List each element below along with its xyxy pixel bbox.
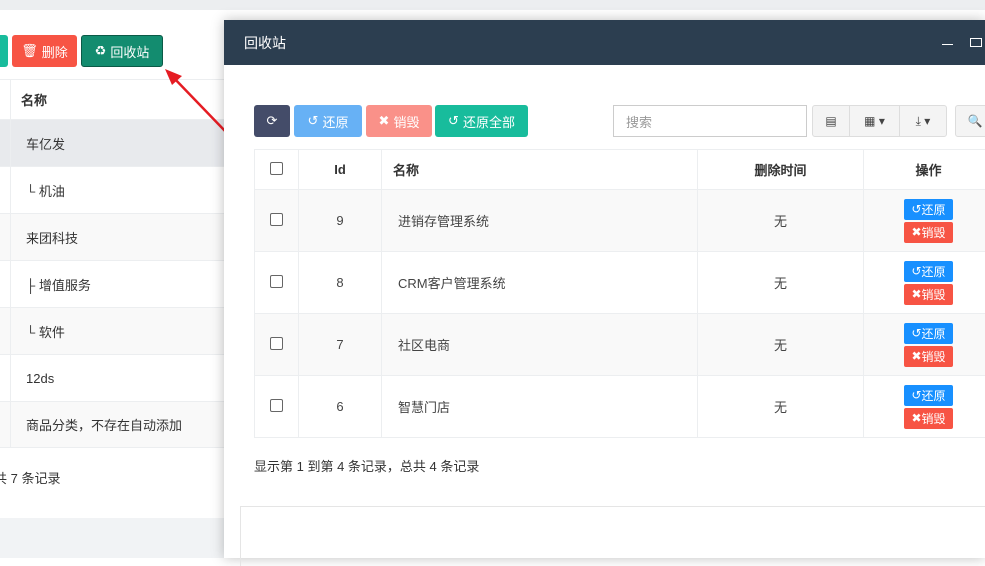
maximize-icon[interactable] bbox=[970, 38, 982, 47]
search-input[interactable]: 搜索 bbox=[613, 105, 807, 137]
row-delete-time: 无 bbox=[698, 314, 864, 376]
row-checkbox[interactable] bbox=[270, 213, 283, 226]
row-actions: ↺还原✖销毁 bbox=[864, 376, 985, 438]
row-restore-label: 还原 bbox=[922, 387, 946, 404]
red-arrow-annotation bbox=[160, 66, 230, 136]
row-select-cell bbox=[255, 376, 299, 438]
restore-label: 还原 bbox=[322, 112, 348, 131]
row-restore-label: 还原 bbox=[922, 263, 946, 280]
row-delete-time: 无 bbox=[698, 252, 864, 314]
select-all-checkbox[interactable] bbox=[270, 162, 283, 175]
row-id: 6 bbox=[299, 376, 382, 438]
column-header-id[interactable]: Id bbox=[299, 150, 382, 190]
recycle-bin-modal: 回收站 ⟳ ↺还原 ✖销毁 ↺还原全部 搜索 ▤ ▦ ▾ ⤓ ▾ 🔍 Id 名称… bbox=[224, 20, 985, 558]
restore-all-button[interactable]: ↺还原全部 bbox=[435, 105, 528, 137]
undo-icon: ↺ bbox=[308, 113, 319, 129]
column-header-delete-time[interactable]: 删除时间 bbox=[698, 150, 864, 190]
minimize-icon[interactable] bbox=[942, 44, 953, 45]
toggle-view-button[interactable]: ▤ bbox=[812, 105, 850, 137]
modal-footer-divider bbox=[240, 506, 985, 566]
row-checkbox[interactable] bbox=[270, 275, 283, 288]
row-actions: ↺还原✖销毁 bbox=[864, 252, 985, 314]
table-row[interactable]: 12ds bbox=[0, 354, 224, 401]
table-row[interactable]: 商品分类，不存在自动添加 bbox=[0, 401, 224, 448]
row-delete-time: 无 bbox=[698, 376, 864, 438]
column-header-name[interactable]: 名称 bbox=[382, 150, 698, 190]
modal-header: 回收站 bbox=[224, 20, 985, 65]
table-row[interactable]: └ 软件 bbox=[0, 307, 224, 354]
search-toggle-button[interactable]: 🔍 bbox=[955, 105, 985, 137]
row-id: 9 bbox=[299, 190, 382, 252]
destroy-button[interactable]: ✖销毁 bbox=[366, 105, 432, 137]
destroy-label: 销毁 bbox=[393, 112, 419, 131]
table-row[interactable]: ├ 增值服务 bbox=[0, 260, 224, 307]
row-id: 7 bbox=[299, 314, 382, 376]
row-destroy-label: 销毁 bbox=[922, 410, 946, 427]
row-destroy-button[interactable]: ✖销毁 bbox=[904, 408, 953, 429]
export-dropdown-button[interactable]: ⤓ ▾ bbox=[899, 105, 947, 137]
table-row[interactable]: 9 进销存管理系统 无 ↺还原✖销毁 bbox=[255, 190, 985, 252]
row-restore-button[interactable]: ↺还原 bbox=[904, 323, 953, 344]
restore-all-label: 还原全部 bbox=[463, 112, 515, 131]
row-destroy-label: 销毁 bbox=[922, 286, 946, 303]
recycle-label: 回收站 bbox=[110, 42, 149, 61]
undo-icon: ↺ bbox=[448, 113, 459, 129]
delete-button[interactable]: 🗑删除 bbox=[12, 35, 77, 67]
pagination-info: 显示第 1 到第 4 条记录，总共 4 条记录 bbox=[254, 456, 479, 475]
row-restore-label: 还原 bbox=[922, 201, 946, 218]
top-bar bbox=[0, 0, 985, 10]
row-checkbox[interactable] bbox=[270, 337, 283, 350]
row-destroy-button[interactable]: ✖销毁 bbox=[904, 222, 953, 243]
add-button[interactable] bbox=[0, 35, 8, 67]
row-select-cell bbox=[255, 190, 299, 252]
select-all-cell bbox=[255, 150, 299, 190]
page-footer: 共 7 条记录 bbox=[0, 468, 60, 487]
refresh-button[interactable]: ⟳ bbox=[254, 105, 290, 137]
delete-label: 删除 bbox=[42, 42, 68, 61]
column-header-actions: 操作 bbox=[864, 150, 985, 190]
row-name: 智慧门店 bbox=[382, 376, 698, 438]
row-restore-button[interactable]: ↺还原 bbox=[904, 385, 953, 406]
close-icon: ✖ bbox=[379, 113, 390, 129]
table-row[interactable]: 6 智慧门店 无 ↺还原✖销毁 bbox=[255, 376, 985, 438]
row-select-cell bbox=[255, 252, 299, 314]
row-name: 进销存管理系统 bbox=[382, 190, 698, 252]
row-destroy-label: 销毁 bbox=[922, 348, 946, 365]
recycle-table: Id 名称 删除时间 操作 9 进销存管理系统 无 ↺还原✖销毁 8 CRM客户… bbox=[254, 149, 985, 438]
recycle-icon: ♻ bbox=[95, 43, 107, 59]
recycle-bin-button[interactable]: ♻回收站 bbox=[81, 35, 163, 67]
row-restore-button[interactable]: ↺还原 bbox=[904, 199, 953, 220]
modal-title: 回收站 bbox=[244, 33, 286, 53]
row-id: 8 bbox=[299, 252, 382, 314]
row-destroy-button[interactable]: ✖销毁 bbox=[904, 346, 953, 367]
row-restore-label: 还原 bbox=[922, 325, 946, 342]
table-row[interactable]: 8 CRM客户管理系统 无 ↺还原✖销毁 bbox=[255, 252, 985, 314]
row-select-cell bbox=[255, 314, 299, 376]
row-actions: ↺还原✖销毁 bbox=[864, 190, 985, 252]
row-delete-time: 无 bbox=[698, 190, 864, 252]
table-row[interactable]: 7 社区电商 无 ↺还原✖销毁 bbox=[255, 314, 985, 376]
row-destroy-label: 销毁 bbox=[922, 224, 946, 241]
trash-icon: 🗑 bbox=[21, 43, 38, 59]
table-row[interactable]: 来团科技 bbox=[0, 213, 224, 260]
row-destroy-button[interactable]: ✖销毁 bbox=[904, 284, 953, 305]
table-row[interactable]: └ 机油 bbox=[0, 166, 224, 213]
columns-dropdown-button[interactable]: ▦ ▾ bbox=[849, 105, 900, 137]
row-checkbox[interactable] bbox=[270, 399, 283, 412]
row-name: 社区电商 bbox=[382, 314, 698, 376]
row-name: CRM客户管理系统 bbox=[382, 252, 698, 314]
row-restore-button[interactable]: ↺还原 bbox=[904, 261, 953, 282]
restore-button[interactable]: ↺还原 bbox=[294, 105, 362, 137]
row-actions: ↺还原✖销毁 bbox=[864, 314, 985, 376]
